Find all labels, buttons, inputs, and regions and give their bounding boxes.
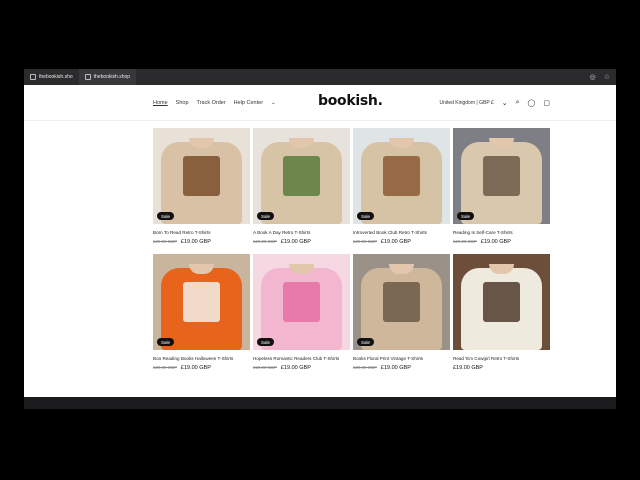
- search-icon[interactable]: ⌕: [516, 99, 520, 107]
- product-image[interactable]: Sale: [153, 128, 250, 224]
- shirt-print-image: [183, 156, 220, 196]
- price-row: £29.00 GBP £19.00 GBP: [353, 239, 450, 245]
- sale-price: £19.00 GBP: [480, 239, 511, 245]
- tab-2-label: thebookish.shop: [93, 74, 131, 80]
- product-title[interactable]: A Book A Day Retro T-Shirts: [253, 230, 350, 235]
- shirt-print-image: [383, 156, 420, 196]
- browser-tab-bar: thebookish.sho thebookish.shop ◎ ☆: [24, 69, 616, 85]
- sale-badge: Sale: [257, 338, 275, 346]
- product-title[interactable]: Introverted Book Club Retro T-Shirts: [353, 230, 450, 235]
- price-row: £29.00 GBP £19.00 GBP: [253, 365, 350, 371]
- chevron-down-icon[interactable]: ⌄: [271, 100, 276, 106]
- video-controls-strip: [24, 397, 616, 409]
- main-nav: Home Shop Track Order Help Center ⌄: [24, 100, 276, 106]
- price-row: £29.00 GBP £19.00 GBP: [353, 365, 450, 371]
- site-header: Home Shop Track Order Help Center ⌄ book…: [24, 85, 616, 121]
- hide-icon[interactable]: ◎: [590, 73, 596, 81]
- product-card[interactable]: Sale Reading Is Self-Care T-Shirts £29.0…: [453, 128, 550, 245]
- sale-price: £19.00 GBP: [280, 365, 311, 371]
- old-price: £29.00 GBP: [153, 239, 177, 244]
- old-price: £29.00 GBP: [253, 239, 277, 244]
- shirt-print-image: [483, 156, 520, 196]
- sale-price: £19.00 GBP: [453, 365, 483, 371]
- bag-icon[interactable]: ▢: [543, 99, 550, 107]
- nav-track-order[interactable]: Track Order: [197, 100, 226, 106]
- page-icon: [84, 74, 91, 80]
- old-price: £29.00 GBP: [153, 365, 177, 370]
- product-title[interactable]: Boo Reading Books Halloween T-Shirts: [153, 356, 250, 361]
- product-card[interactable]: Sale Introverted Book Club Retro T-Shirt…: [353, 128, 450, 245]
- shirt-print-image: [483, 282, 520, 322]
- sale-price: £19.00 GBP: [380, 365, 411, 371]
- sale-badge: Sale: [157, 338, 175, 346]
- sale-price: £19.00 GBP: [280, 239, 311, 245]
- product-image[interactable]: [453, 254, 550, 350]
- nav-help-center[interactable]: Help Center: [234, 100, 263, 106]
- sale-price: £19.00 GBP: [380, 239, 411, 245]
- shirt-print-image: [283, 282, 320, 322]
- product-grid: Sale Born To Read Retro T-Shirts £29.00 …: [153, 128, 551, 371]
- product-image[interactable]: Sale: [253, 128, 350, 224]
- header-actions: United Kingdom | GBP £ ⌄ ⌕ ◯ ▢: [439, 99, 550, 107]
- product-image[interactable]: Sale: [353, 254, 450, 350]
- product-image[interactable]: Sale: [253, 254, 350, 350]
- chevron-down-icon[interactable]: ⌄: [502, 99, 508, 107]
- browser-window: thebookish.sho thebookish.shop ◎ ☆ Home …: [24, 69, 616, 397]
- sale-badge: Sale: [457, 212, 475, 220]
- price-row: £29.00 GBP £19.00 GBP: [453, 239, 550, 245]
- account-icon[interactable]: ◯: [528, 99, 536, 107]
- product-card[interactable]: Sale Books Floral Print Vintage T-Shirts…: [353, 254, 450, 371]
- product-card[interactable]: Sale Born To Read Retro T-Shirts £29.00 …: [153, 128, 250, 245]
- sale-price: £19.00 GBP: [180, 365, 211, 371]
- page-icon: [30, 74, 36, 80]
- product-title[interactable]: Books Floral Print Vintage T-Shirts: [353, 356, 450, 361]
- shirt-print-image: [183, 282, 220, 322]
- nav-home[interactable]: Home: [153, 100, 168, 106]
- price-row: £29.00 GBP £19.00 GBP: [153, 239, 250, 245]
- old-price: £29.00 GBP: [253, 365, 277, 370]
- product-image[interactable]: Sale: [353, 128, 450, 224]
- product-title[interactable]: Hopeless Romantic Readers Club T-Shirts: [253, 356, 350, 361]
- sale-price: £19.00 GBP: [180, 239, 211, 245]
- site-logo[interactable]: bookish.: [318, 93, 383, 109]
- price-row: £29.00 GBP £19.00 GBP: [253, 239, 350, 245]
- sale-badge: Sale: [257, 212, 275, 220]
- sale-badge: Sale: [357, 212, 375, 220]
- product-title[interactable]: Read 'Em Cowgirl Retro T-Shirts: [453, 356, 550, 361]
- product-title[interactable]: Reading Is Self-Care T-Shirts: [453, 230, 550, 235]
- product-card[interactable]: Read 'Em Cowgirl Retro T-Shirts £19.00 G…: [453, 254, 550, 371]
- shirt-print-image: [283, 156, 320, 196]
- old-price: £29.00 GBP: [453, 239, 477, 244]
- product-title[interactable]: Born To Read Retro T-Shirts: [153, 230, 250, 235]
- sale-badge: Sale: [357, 338, 375, 346]
- product-card[interactable]: Sale Boo Reading Books Halloween T-Shirt…: [153, 254, 250, 371]
- region-selector[interactable]: United Kingdom | GBP £: [439, 100, 493, 106]
- star-icon[interactable]: ☆: [604, 73, 610, 81]
- old-price: £29.00 GBP: [353, 239, 377, 244]
- shirt-print-image: [383, 282, 420, 322]
- old-price: £29.00 GBP: [353, 365, 377, 370]
- price-row: £29.00 GBP £19.00 GBP: [153, 365, 250, 371]
- browser-tab-2[interactable]: thebookish.shop: [78, 69, 137, 85]
- sale-badge: Sale: [157, 212, 175, 220]
- product-card[interactable]: Sale A Book A Day Retro T-Shirts £29.00 …: [253, 128, 350, 245]
- tab-1-label: thebookish.sho: [39, 74, 73, 80]
- browser-actions: ◎ ☆: [590, 73, 616, 81]
- product-image[interactable]: Sale: [453, 128, 550, 224]
- product-image[interactable]: Sale: [153, 254, 250, 350]
- price-row: £19.00 GBP: [453, 365, 550, 371]
- product-card[interactable]: Sale Hopeless Romantic Readers Club T-Sh…: [253, 254, 350, 371]
- browser-tab-1[interactable]: thebookish.sho: [24, 69, 79, 85]
- nav-shop[interactable]: Shop: [176, 100, 189, 106]
